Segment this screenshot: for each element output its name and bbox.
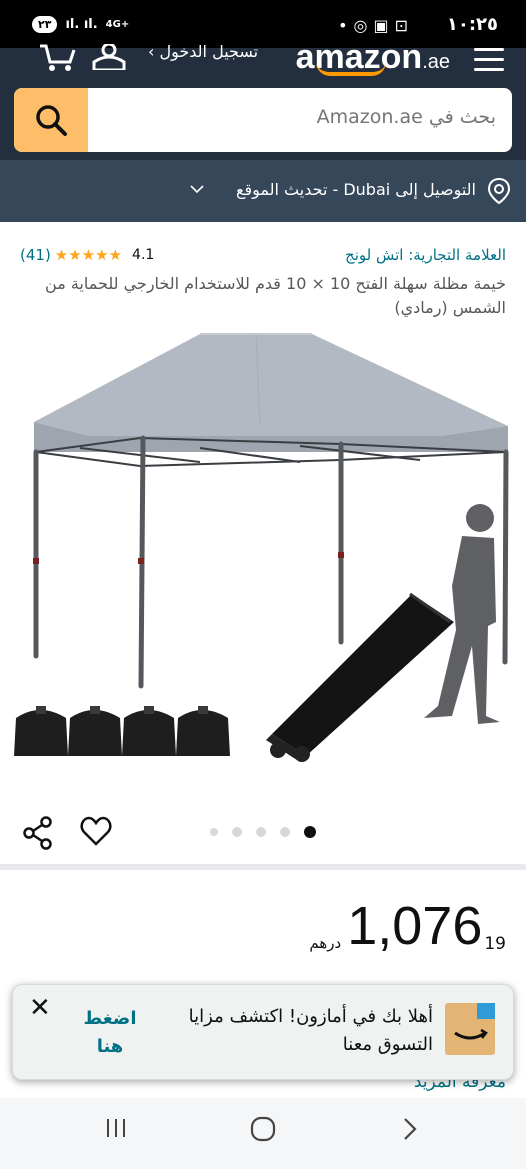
signin-link[interactable]: تسجيل الدخول › <box>148 42 258 61</box>
star-rating-icon: ★★★★★ <box>54 246 123 264</box>
instagram-icon: ▣ <box>373 16 395 35</box>
cart-icon[interactable] <box>38 44 78 72</box>
carousel-dot[interactable] <box>280 827 290 837</box>
share-icon[interactable] <box>22 816 54 850</box>
screen-icon: ⊡ <box>394 16 414 35</box>
price-fraction: 19 <box>484 934 506 954</box>
delivery-location-text[interactable]: التوصيل إلى Dubai - تحديث الموقع <box>236 180 476 199</box>
image-carousel-dots[interactable] <box>210 826 316 838</box>
home-icon[interactable] <box>250 1116 276 1142</box>
dot-icon: • <box>338 16 354 35</box>
price: درهم 1,076 19 <box>309 896 506 956</box>
price-whole: 1,076 <box>347 896 483 956</box>
product-title: خيمة مظلة سهلة الفتح 10 × 10 قدم للاستخد… <box>45 274 506 317</box>
price-currency: درهم <box>309 934 342 952</box>
amazon-header: amazon.ae تسجيل الدخول › <box>0 38 526 160</box>
location-pin-icon <box>488 178 510 204</box>
status-left: ٢٣ ıl. ıl. 4G+ <box>32 16 129 33</box>
product-image[interactable] <box>0 326 526 796</box>
signal-icon: ıl. ıl. <box>65 17 98 32</box>
brand-rating-row: العلامة التجارية: اتش لونج (41) ★★★★★ 4.… <box>0 246 526 268</box>
amazon-smile-icon <box>316 62 386 76</box>
rating[interactable]: (41) ★★★★★ 4.1 <box>20 246 154 264</box>
rating-value: 4.1 <box>132 247 155 263</box>
status-time: ١٠:٢٥ <box>446 14 498 35</box>
carousel-dot-active[interactable] <box>304 826 316 838</box>
amazon-box-icon <box>445 1003 495 1055</box>
recent-apps-icon[interactable] <box>104 1116 128 1140</box>
back-icon[interactable] <box>400 1116 420 1142</box>
carousel-dot[interactable] <box>232 827 242 837</box>
welcome-toast: أهلا بك في أمازون! اكتشف مزايا التسوق مع… <box>12 984 514 1080</box>
network-type: 4G+ <box>105 19 130 30</box>
chevron-down-icon <box>190 185 204 194</box>
carousel-dot[interactable] <box>210 828 218 836</box>
rating-count[interactable]: (41) <box>20 246 51 264</box>
search-input[interactable] <box>116 106 496 128</box>
toast-action-button[interactable]: اضغط هنا <box>75 1005 145 1061</box>
search-button[interactable] <box>14 88 88 152</box>
image-actions <box>0 810 526 856</box>
close-icon[interactable]: ✕ <box>29 993 51 1023</box>
heart-icon[interactable] <box>80 816 112 846</box>
search-icon <box>36 105 67 136</box>
carousel-dot[interactable] <box>256 827 266 837</box>
status-icons: •◎▣⊡ <box>338 16 414 35</box>
search-bar[interactable] <box>14 88 512 152</box>
delivery-location-bar[interactable]: التوصيل إلى Dubai - تحديث الموقع <box>0 160 526 222</box>
toast-message: أهلا بك في أمازون! اكتشف مزايا التسوق مع… <box>188 1006 433 1055</box>
whatsapp-icon: ◎ <box>353 16 374 35</box>
section-divider <box>0 864 526 870</box>
menu-icon[interactable] <box>474 48 504 71</box>
user-icon[interactable] <box>92 44 126 70</box>
notification-badge: ٢٣ <box>32 16 58 33</box>
android-nav-bar <box>0 1098 526 1169</box>
brand-link[interactable]: العلامة التجارية: اتش لونج <box>345 246 506 264</box>
